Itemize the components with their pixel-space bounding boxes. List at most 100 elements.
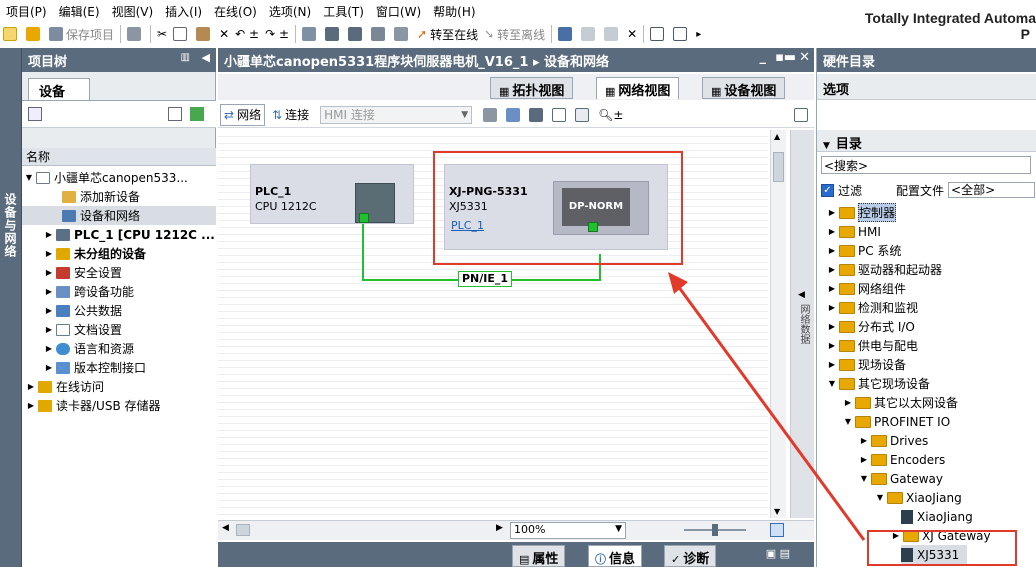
- expanded-arrow-icon[interactable]: ▼: [875, 493, 885, 502]
- catalog-item-drives-pn[interactable]: ▶ Drives: [859, 431, 928, 450]
- close-x-button[interactable]: ✕: [624, 23, 640, 45]
- devices-tab[interactable]: 设备: [28, 78, 90, 100]
- connection-type-select[interactable]: HMI 连接 ▼: [320, 105, 473, 124]
- collapsed-arrow-icon[interactable]: ▶: [44, 325, 54, 334]
- network-data-side-tab[interactable]: ◀ 网络数据: [790, 130, 814, 518]
- tree-row-version-control[interactable]: ▶ 版本控制接口: [44, 358, 216, 377]
- minimize-icon[interactable]: _: [760, 50, 767, 65]
- expanded-arrow-icon[interactable]: ▼: [859, 474, 869, 483]
- inspector-restore-icon[interactable]: ▣ ▤: [766, 547, 790, 560]
- catalog-item-controllers[interactable]: ▶ 控制器: [827, 203, 897, 222]
- close-icon[interactable]: ✕: [799, 50, 810, 65]
- scroll-left-icon[interactable]: ◀: [222, 523, 229, 533]
- catalog-section[interactable]: ▼ 目录: [817, 130, 1036, 152]
- properties-tab[interactable]: ▤ 属性: [512, 545, 566, 567]
- collapsed-arrow-icon[interactable]: ▶: [26, 382, 36, 391]
- tree-row-devices-networks[interactable]: 设备和网络: [22, 206, 216, 225]
- split-vertical-button[interactable]: [670, 23, 693, 45]
- collapsed-arrow-icon[interactable]: ▶: [44, 268, 54, 277]
- toolbar-overflow-button[interactable]: ▸: [693, 23, 704, 45]
- collapsed-arrow-icon[interactable]: ▶: [843, 398, 853, 407]
- download-button[interactable]: [322, 23, 345, 45]
- diagnostics-tab[interactable]: ✓ 诊断: [664, 545, 717, 567]
- options-section[interactable]: 选项: [817, 74, 1036, 100]
- restore-icon[interactable]: ▪: [775, 50, 784, 65]
- catalog-item-profinet-io[interactable]: ▼ PROFINET IO: [843, 412, 950, 431]
- catalog-item-encoders[interactable]: ▶ Encoders: [859, 450, 945, 469]
- redo-button[interactable]: ↷ ±: [262, 23, 292, 45]
- devices-networks-side-tab[interactable]: 设备与网络: [0, 48, 22, 567]
- profinet-port[interactable]: [359, 213, 369, 223]
- save-project-button[interactable]: 保存项目: [46, 23, 117, 45]
- grid-button[interactable]: [549, 104, 572, 126]
- go-offline-button[interactable]: ➘ 转至离线: [481, 23, 548, 45]
- tree-row-card-reader[interactable]: ▶ 读卡器/USB 存储器: [26, 396, 216, 415]
- navigator-icon[interactable]: [770, 523, 784, 537]
- copy-button[interactable]: [170, 23, 193, 45]
- collapsed-arrow-icon[interactable]: ▶: [827, 322, 837, 331]
- menu-options[interactable]: 选项(N): [263, 3, 317, 20]
- tree-row-add-device[interactable]: 添加新设备: [62, 187, 214, 206]
- tree-row-common-data[interactable]: ▶ 公共数据: [44, 301, 216, 320]
- cut-button[interactable]: ✂: [154, 23, 170, 45]
- collapsed-arrow-icon[interactable]: ▶: [827, 227, 837, 236]
- horizontal-scroll-thumb[interactable]: [236, 524, 250, 536]
- topology-view-tab[interactable]: ▦ 拓扑视图: [490, 77, 574, 99]
- connect-mode-button[interactable]: ⇅ 连接: [269, 104, 312, 126]
- catalog-item-distributed-io[interactable]: ▶ 分布式 I/O: [827, 317, 915, 336]
- highlight-button[interactable]: [503, 104, 526, 126]
- collapsed-arrow-icon[interactable]: ▶: [859, 436, 869, 445]
- catalog-item-hmi[interactable]: ▶ HMI: [827, 222, 881, 241]
- tree-row-ungrouped[interactable]: ▶ 未分组的设备: [44, 244, 216, 263]
- collapsed-arrow-icon[interactable]: ▶: [44, 306, 54, 315]
- catalog-item-other-ethernet[interactable]: ▶ 其它以太网设备: [843, 393, 958, 412]
- collapsed-arrow-icon[interactable]: ▶: [827, 341, 837, 350]
- network-canvas[interactable]: PLC_1 CPU 1212C XJ-PNG-5331 XJ5331 PLC_1…: [218, 130, 768, 518]
- expanded-arrow-icon[interactable]: ▼: [843, 417, 853, 426]
- list-view-icon[interactable]: [168, 107, 182, 121]
- upload-button[interactable]: [345, 23, 368, 45]
- tree-row-cross-device[interactable]: ▶ 跨设备功能: [44, 282, 216, 301]
- new-project-button[interactable]: [0, 23, 23, 45]
- delete-button[interactable]: ✕: [216, 23, 232, 45]
- side-panel-button[interactable]: [791, 104, 814, 126]
- collapsed-arrow-icon[interactable]: ▶: [827, 303, 837, 312]
- plc-device[interactable]: PLC_1 CPU 1212C: [250, 164, 414, 224]
- paste-button[interactable]: [193, 23, 216, 45]
- tree-row-security[interactable]: ▶ 安全设置: [44, 263, 216, 282]
- compile-button[interactable]: [299, 23, 322, 45]
- undo-button[interactable]: ↶ ±: [232, 23, 262, 45]
- collapsed-arrow-icon[interactable]: ▶: [44, 230, 54, 239]
- tree-row-plc[interactable]: ▶ PLC_1 [CPU 1212C ...: [44, 225, 216, 244]
- collapsed-arrow-icon[interactable]: ▶: [44, 249, 54, 258]
- scroll-right-icon[interactable]: ▶: [496, 523, 503, 533]
- zoom-select[interactable]: 100% ▼: [510, 522, 626, 539]
- menu-window[interactable]: 窗口(W): [370, 3, 427, 20]
- stop-simulation-button[interactable]: [391, 23, 414, 45]
- scroll-up-icon[interactable]: ▲: [774, 132, 780, 141]
- menu-view[interactable]: 视图(V): [106, 3, 160, 20]
- info-tab[interactable]: ⓘ 信息: [588, 545, 643, 567]
- zoom-slider-thumb[interactable]: [712, 524, 718, 536]
- go-online-button[interactable]: ➚ 转至在线: [414, 23, 481, 45]
- open-project-button[interactable]: [23, 23, 46, 45]
- catalog-item-network-components[interactable]: ▶ 网络组件: [827, 279, 906, 298]
- simulation-button[interactable]: [368, 23, 391, 45]
- subnet-label[interactable]: PN/IE_1: [458, 271, 513, 287]
- address-button[interactable]: [480, 104, 503, 126]
- menu-project[interactable]: 项目(P): [0, 3, 53, 20]
- expanded-arrow-icon[interactable]: ▼: [827, 379, 837, 388]
- canvas-vertical-scrollbar[interactable]: ▲ ▼: [770, 130, 786, 518]
- collapsed-arrow-icon[interactable]: ▶: [827, 265, 837, 274]
- catalog-item-field-devices[interactable]: ▶ 现场设备: [827, 355, 906, 374]
- collapsed-arrow-icon[interactable]: ▶: [827, 360, 837, 369]
- menu-help[interactable]: 帮助(H): [427, 3, 481, 20]
- tree-row-online-access[interactable]: ▶ 在线访问: [26, 377, 216, 396]
- overview-button[interactable]: [572, 104, 595, 126]
- tree-row-languages[interactable]: ▶ 语言和资源: [44, 339, 216, 358]
- catalog-item-power[interactable]: ▶ 供电与配电: [827, 336, 918, 355]
- catalog-item-drives[interactable]: ▶ 驱动器和起动器: [827, 260, 942, 279]
- menu-edit[interactable]: 编辑(E): [53, 3, 106, 20]
- split-horizontal-button[interactable]: [647, 23, 670, 45]
- collapsed-arrow-icon[interactable]: ▶: [827, 208, 837, 217]
